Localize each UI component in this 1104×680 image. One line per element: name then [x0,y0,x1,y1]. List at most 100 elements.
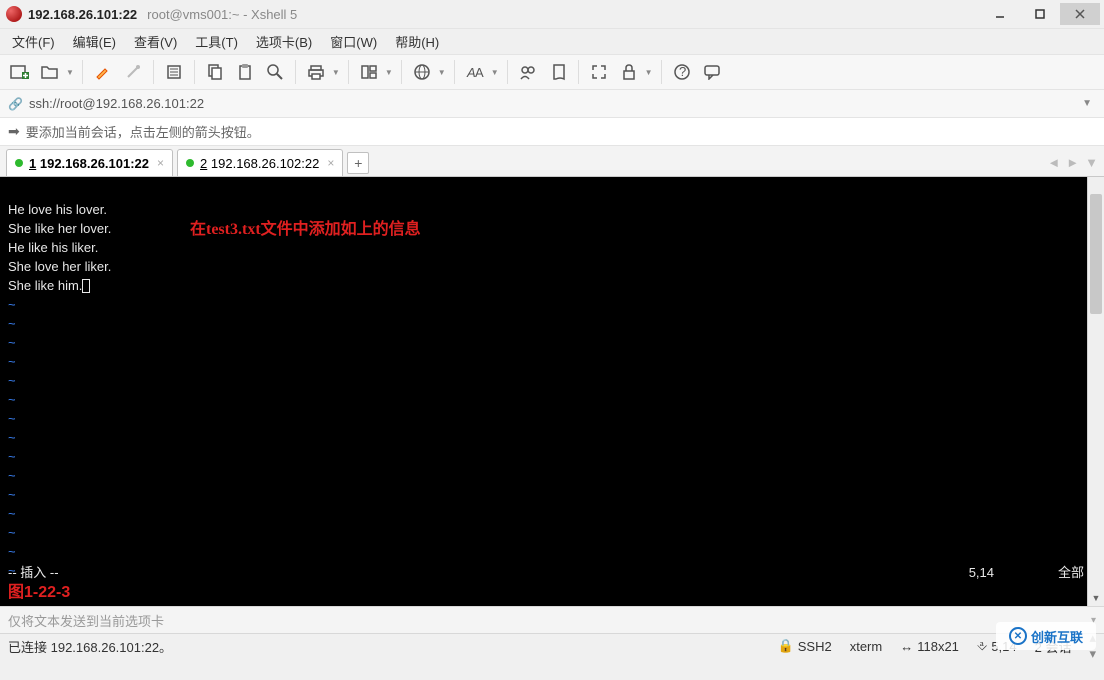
terminal-line: She love her liker. [8,259,111,274]
chevron-down-icon[interactable]: ▼ [491,68,499,77]
scroll-thumb[interactable] [1090,194,1102,314]
print-icon[interactable] [304,60,328,84]
tab-number: 1 [29,156,36,171]
vim-tilde: ~ [8,373,16,388]
separator [295,60,296,84]
hint-bar: ➡ 要添加当前会话，点击左侧的箭头按钮。 [0,118,1104,146]
session-tab-2[interactable]: 2 192.168.26.102:22 × [177,149,343,176]
vim-tilde: ~ [8,354,16,369]
separator [454,60,455,84]
separator [194,60,195,84]
lock-icon[interactable] [617,60,641,84]
wand-icon[interactable] [121,60,145,84]
menu-file[interactable]: 文件(F) [12,32,55,51]
fullscreen-icon[interactable] [587,60,611,84]
tab-close-icon[interactable]: × [327,156,334,170]
globe-icon[interactable] [410,60,434,84]
menu-view[interactable]: 查看(V) [134,32,177,51]
separator [348,60,349,84]
hint-text: 要添加当前会话，点击左侧的箭头按钮。 [26,122,260,141]
terminal-line: She like her lover. [8,221,111,236]
send-bar[interactable]: 仅将文本发送到当前选项卡 ▾ [0,606,1104,634]
chevron-down-icon[interactable]: ▼ [1078,98,1096,109]
terminal-line: He love his lover. [8,202,107,217]
script-icon[interactable] [546,60,570,84]
new-session-icon[interactable] [8,60,32,84]
watermark: ✕ 创新互联 [996,622,1096,650]
tab-prev-icon[interactable]: ◄ [1047,155,1060,170]
separator [507,60,508,84]
tab-close-icon[interactable]: × [157,156,164,170]
layout-icon[interactable] [357,60,381,84]
menu-bar: 文件(F) 编辑(E) 查看(V) 工具(T) 选项卡(B) 窗口(W) 帮助(… [0,28,1104,54]
paste-icon[interactable] [233,60,257,84]
figure-label: 图1-22-3 [8,584,70,602]
separator [578,60,579,84]
close-button[interactable] [1060,3,1100,25]
chevron-down-icon[interactable]: ▼ [66,68,74,77]
open-icon[interactable] [38,60,62,84]
tab-nav: ◄ ► ▼ [1047,155,1098,176]
chevron-down-icon[interactable]: ▼ [332,68,340,77]
session-tab-1[interactable]: 1 192.168.26.101:22 × [6,149,173,176]
tab-number: 2 [200,156,207,171]
menu-tab[interactable]: 选项卡(B) [256,32,312,51]
status-bar: 已连接 192.168.26.101:22。 🔒SSH2 xterm ↔118x… [0,634,1104,658]
help-icon[interactable]: ? [670,60,694,84]
title-host: 192.168.26.101:22 [28,7,137,22]
scrollbar[interactable]: ▲ ▼ [1087,177,1104,606]
tab-label: 192.168.26.102:22 [211,156,319,171]
status-protocol: 🔒SSH2 [778,638,832,654]
status-connection: 已连接 192.168.26.101:22。 [8,637,172,656]
vim-tilde: ~ [8,506,16,521]
minimize-button[interactable] [980,3,1020,25]
cursor [82,279,90,293]
menu-window[interactable]: 窗口(W) [330,32,377,51]
vim-tilde: ~ [8,487,16,502]
tab-label: 192.168.26.101:22 [40,156,149,171]
watermark-text: 创新互联 [1031,627,1083,646]
menu-help[interactable]: 帮助(H) [395,32,439,51]
link-icon: 🔗 [8,97,23,111]
vim-mode: -- 插入 -- [8,564,59,582]
tab-next-icon[interactable]: ► [1066,155,1079,170]
chevron-down-icon[interactable]: ▼ [385,68,393,77]
menu-tools[interactable]: 工具(T) [195,32,238,51]
vim-tilde: ~ [8,335,16,350]
send-hint: 仅将文本发送到当前选项卡 [8,611,164,630]
menu-edit[interactable]: 编辑(E) [73,32,116,51]
tab-bar: 1 192.168.26.101:22 × 2 192.168.26.102:2… [0,146,1104,177]
vim-cursor-pos: 5,14 [969,564,994,582]
svg-text:A: A [475,65,484,80]
watermark-icon: ✕ [1009,627,1027,645]
separator [153,60,154,84]
users-icon[interactable] [516,60,540,84]
vim-tilde: ~ [8,525,16,540]
address-bar: 🔗 ssh://root@192.168.26.101:22 ▼ [0,90,1104,118]
vim-tilde: ~ [8,468,16,483]
address-text[interactable]: ssh://root@192.168.26.101:22 [29,96,204,111]
tab-menu-icon[interactable]: ▼ [1085,155,1098,170]
font-icon[interactable]: AA [463,60,487,84]
properties-icon[interactable] [162,60,186,84]
vim-tilde: ~ [8,297,16,312]
add-tab-button[interactable]: + [347,152,369,174]
maximize-button[interactable] [1020,3,1060,25]
arrow-icon[interactable]: ➡ [8,123,20,140]
toolbar: ▼ ▼ ▼ ▼ AA ▼ ▼ ? [0,54,1104,90]
chevron-down-icon[interactable]: ▼ [438,68,446,77]
vim-scope: 全部 [1058,564,1084,582]
scroll-down-icon[interactable]: ▼ [1088,589,1104,606]
annotation-text: 在test3.txt文件中添加如上的信息 [190,221,421,239]
terminal[interactable]: He love his lover. She like her lover. H… [0,177,1104,606]
find-icon[interactable] [263,60,287,84]
title-bar: 192.168.26.101:22 root@vms001:~ - Xshell… [0,0,1104,28]
status-dot-icon [186,159,194,167]
separator [661,60,662,84]
chevron-down-icon[interactable]: ▼ [645,68,653,77]
highlight-icon[interactable] [91,60,115,84]
chat-icon[interactable] [700,60,724,84]
terminal-line: He like his liker. [8,240,98,255]
vim-tilde: ~ [8,316,16,331]
copy-icon[interactable] [203,60,227,84]
